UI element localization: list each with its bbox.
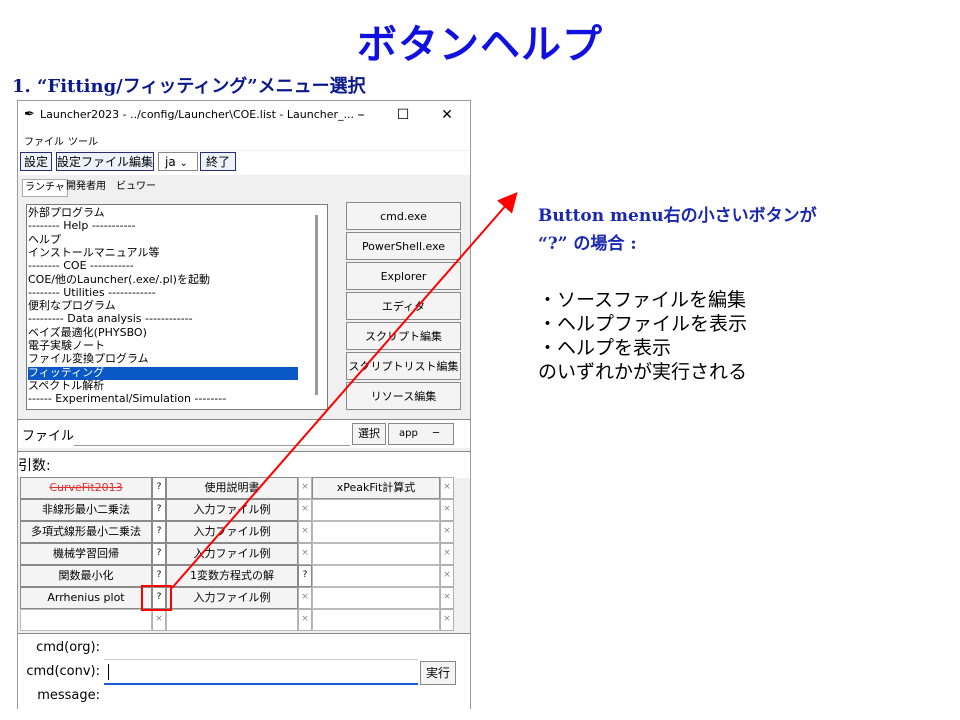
annotation-bullet: ・ヘルプを表示 bbox=[538, 337, 672, 359]
annotation-bullet: ・ヘルプファイルを表示 bbox=[538, 313, 748, 335]
annotation-bullet: ・ソースファイルを編集 bbox=[538, 289, 747, 311]
annotation-conclusion: のいずれかが実行される bbox=[538, 361, 748, 383]
annotation-body: ・ソースファイルを編集 ・ヘルプファイルを表示 ・ヘルプを表示 のいずれかが実行… bbox=[538, 288, 938, 384]
annotation-heading-line2: “?” の場合 : bbox=[538, 234, 637, 254]
annotation-heading-line1: Button menu右の小さいボタンが bbox=[538, 206, 817, 226]
arrow-line bbox=[171, 191, 518, 589]
annotation-heading: Button menu右の小さいボタンが “?” の場合 : bbox=[538, 202, 938, 258]
